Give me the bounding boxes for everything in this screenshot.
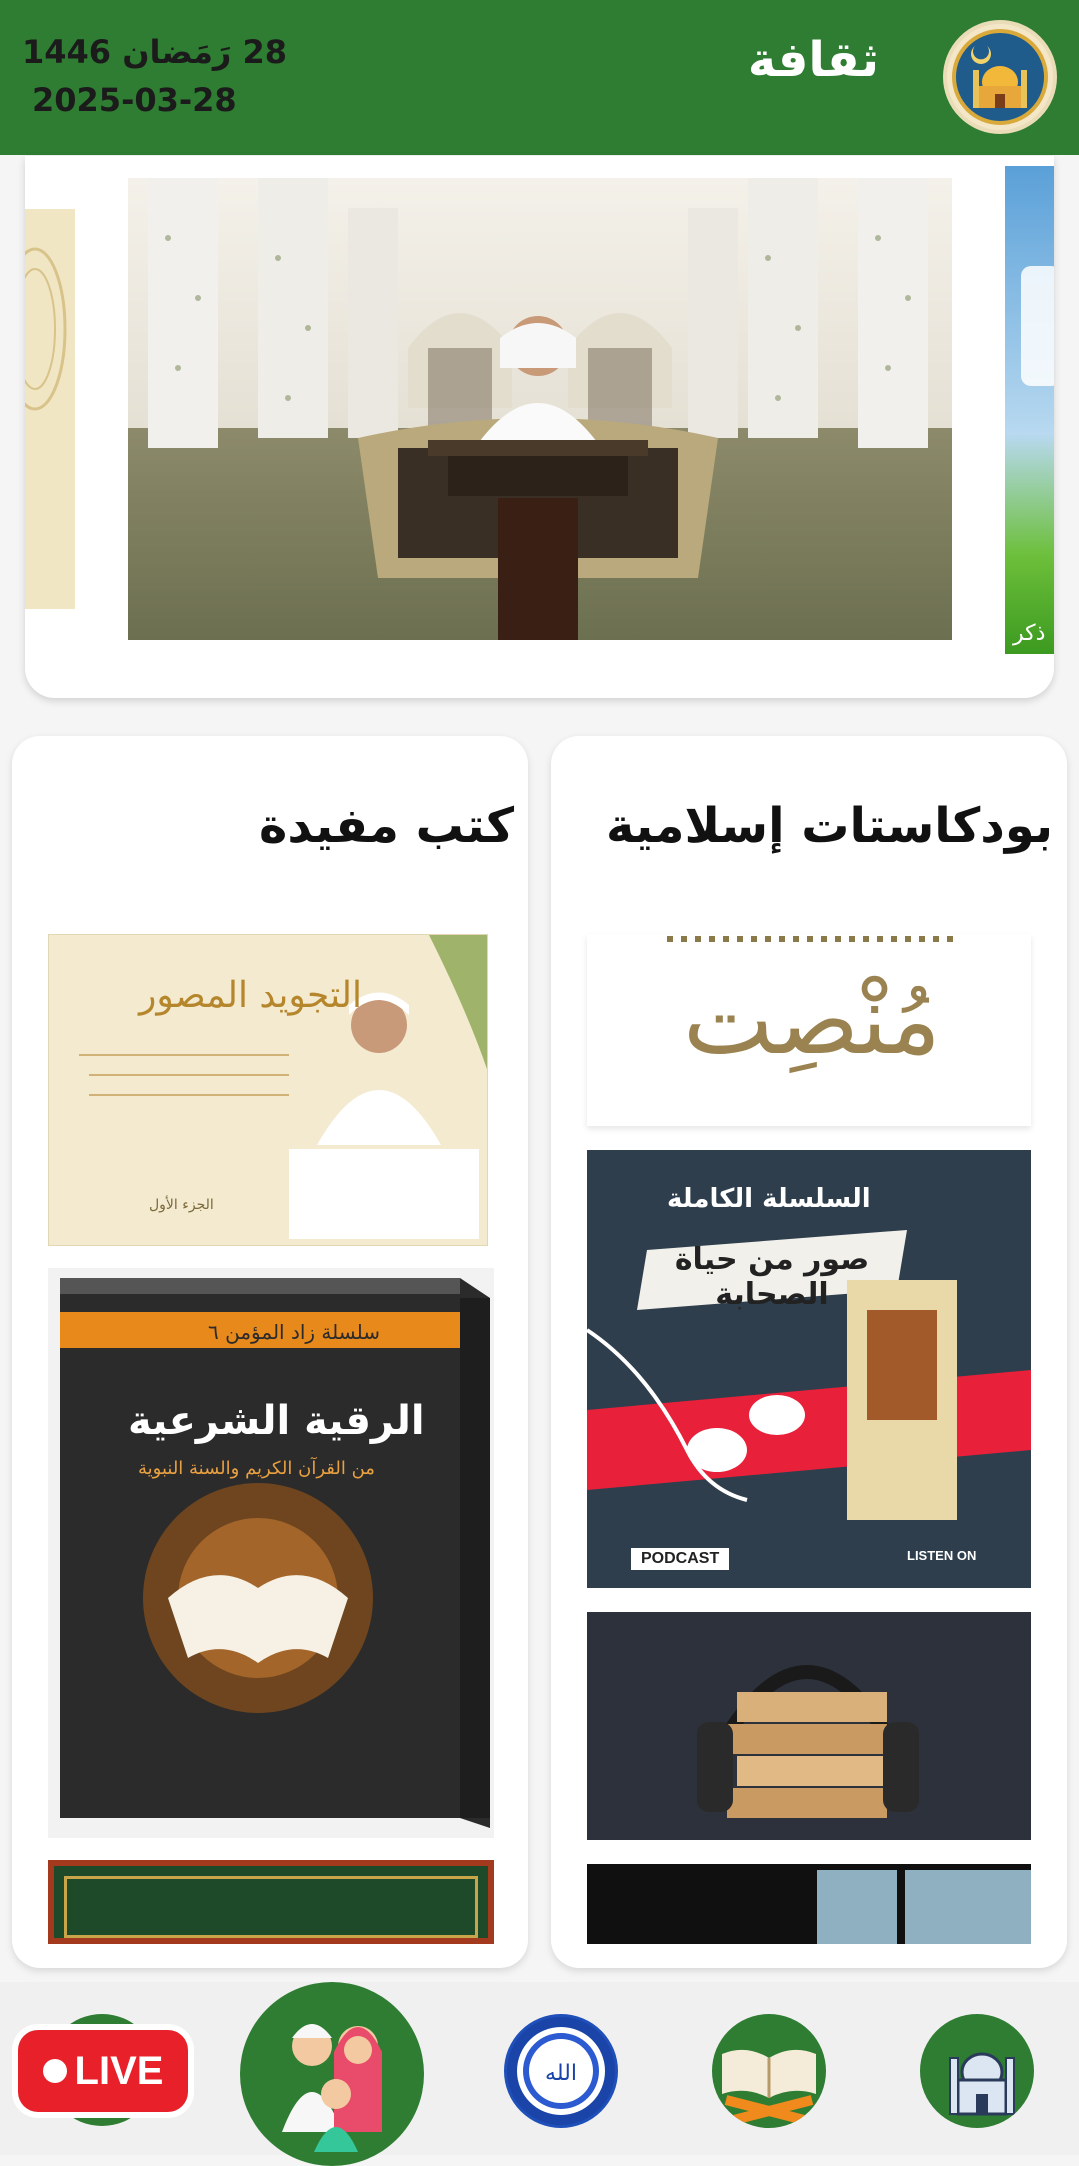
mosque-logo-icon[interactable]	[943, 20, 1057, 134]
podcast-series-label: السلسلة الكاملة	[667, 1184, 871, 1214]
podcasts-section-title: بودكاستات إسلامية	[606, 798, 1053, 854]
svg-text:الله: الله	[545, 2061, 577, 2086]
books-section-title: كتب مفيدة	[259, 798, 514, 854]
carousel-slide-mosque-recitation[interactable]	[128, 178, 952, 640]
gregorian-date: 2025-03-28	[32, 81, 237, 119]
book-item-third[interactable]	[48, 1860, 494, 1944]
podcast-title-sahaba: صور من حياة الصحابة	[674, 1242, 870, 1312]
mosque-icon[interactable]	[920, 2014, 1034, 2128]
podcast-listen-on: LISTEN ON	[907, 1548, 977, 1563]
page-title: ثقافة	[747, 32, 879, 88]
podcast-item-sahaba[interactable]: السلسلة الكاملة صور من حياة الصحابة PODC…	[587, 1150, 1031, 1588]
islamic-podcasts-card: بودكاستات إسلامية مُنْصِت السلسلة الكامل…	[551, 736, 1067, 1968]
right-slide-text: ذكر	[1013, 621, 1046, 646]
book-subtitle-ruqyah: من القرآن الكريم والسنة النبوية	[138, 1458, 375, 1479]
book-volume-label: الجزء الأول	[149, 1197, 214, 1213]
book-title-tajweed: التجويد المصور	[139, 975, 363, 1016]
featured-carousel[interactable]: ذكر	[25, 156, 1054, 698]
quran-icon[interactable]	[712, 2014, 826, 2128]
app-header: ثقافة 28 رَمَضان 1446 2025-03-28	[0, 0, 1079, 155]
live-label: LIVE	[74, 2048, 164, 2093]
podcast-item-munsit[interactable]: مُنْصِت	[587, 934, 1031, 1126]
live-dot-icon	[42, 2059, 67, 2083]
carousel-slide-left[interactable]	[25, 209, 75, 609]
podcast-badge: PODCAST	[631, 1548, 730, 1570]
allah-icon[interactable]: الله	[504, 2014, 618, 2128]
live-badge[interactable]: LIVE	[18, 2030, 188, 2112]
book-series-ruqyah: سلسلة زاد المؤمن ٦	[208, 1320, 380, 1344]
podcast-title-munsit: مُنْصِت	[683, 964, 941, 1076]
book-title-ruqyah: الرقية الشرعية	[128, 1398, 425, 1444]
bottom-navigation: LIVE الله	[0, 1982, 1079, 2166]
book-item-ruqyah[interactable]: سلسلة زاد المؤمن ٦ الرقية الشرعية من الق…	[48, 1268, 494, 1838]
podcast-item-books-headphones[interactable]	[587, 1612, 1031, 1840]
family-icon[interactable]	[240, 1982, 424, 2166]
podcast-item-fourth[interactable]	[587, 1864, 1031, 1944]
date-display: 28 رَمَضان 1446 2025-03-28	[22, 28, 287, 124]
useful-books-card: كتب مفيدة التجويد المصور الجزء الأول سلس…	[12, 736, 528, 1968]
carousel-slide-right[interactable]: ذكر	[1005, 166, 1054, 654]
hijri-date: 28 رَمَضان 1446	[22, 33, 287, 71]
book-item-tajweed[interactable]: التجويد المصور الجزء الأول	[48, 934, 488, 1246]
